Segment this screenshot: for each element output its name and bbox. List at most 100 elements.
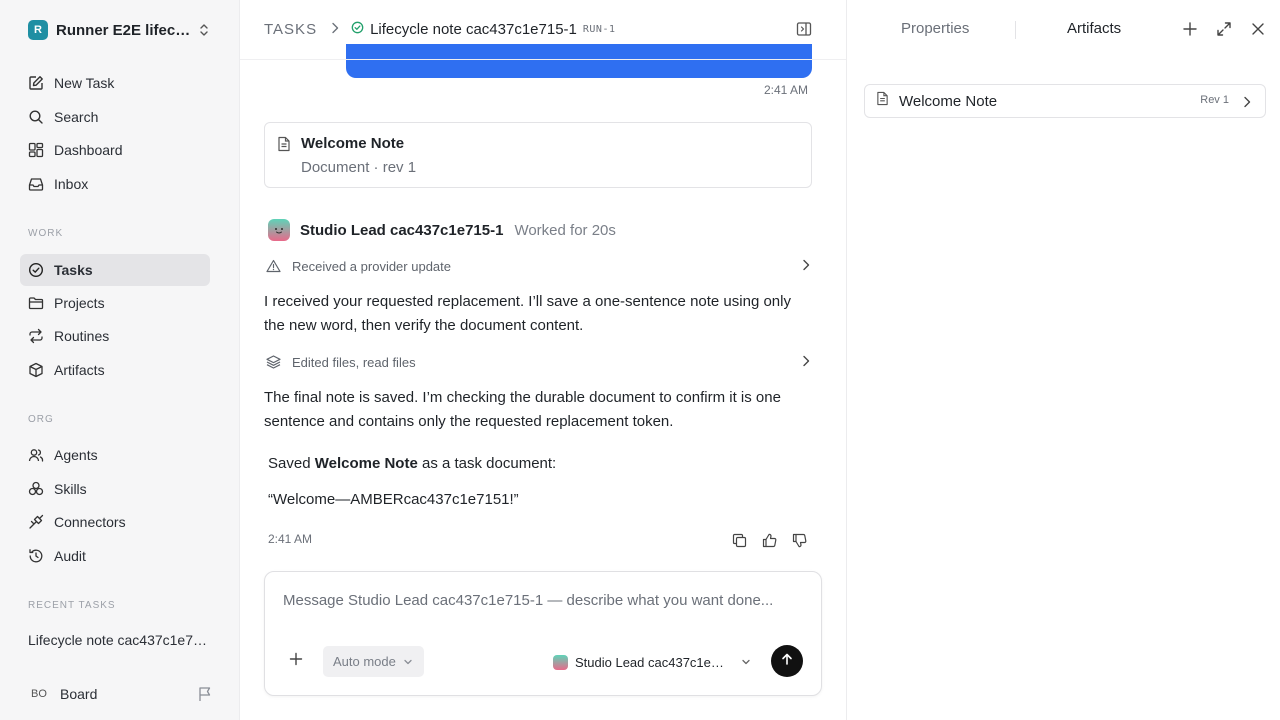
document-icon: [277, 136, 291, 157]
users-icon: [27, 446, 45, 464]
chevron-updown-icon: [198, 23, 210, 42]
tab-properties[interactable]: Properties: [901, 20, 969, 37]
nav-projects[interactable]: Projects: [20, 287, 210, 319]
nav-agents[interactable]: Agents: [20, 439, 210, 471]
plug-icon: [27, 513, 45, 531]
warning-icon: [264, 259, 282, 273]
page-title: Lifecycle note cac437c1e715-1: [370, 21, 577, 38]
agent-worked-duration: Worked for 20s: [514, 221, 616, 239]
board-avatar: BO: [31, 688, 47, 700]
saved-suffix: as a task document:: [421, 455, 557, 472]
section-label-recent: RECENT TASKS: [28, 600, 116, 611]
send-button[interactable]: [771, 645, 803, 677]
nav-skills[interactable]: Skills: [20, 473, 210, 505]
mode-select[interactable]: Auto mode: [323, 646, 424, 677]
box-icon: [27, 361, 45, 379]
thumbs-down-icon[interactable]: [784, 530, 814, 550]
nav-label: Artifacts: [54, 362, 105, 378]
document-icon: [876, 91, 889, 111]
skills-icon: [27, 480, 45, 498]
right-panel: Properties Artifacts Welcome Note Rev 1: [846, 0, 1280, 720]
agent-header: Studio Lead cac437c1e715-1 Worked for 20…: [268, 218, 616, 242]
saved-prefix: Saved: [268, 455, 311, 472]
board-switcher[interactable]: BO Board: [20, 680, 220, 708]
dashboard-icon: [27, 141, 45, 159]
expand-icon[interactable]: [1216, 21, 1232, 42]
document-card-title: Welcome Note: [301, 135, 405, 152]
step-edited-files[interactable]: Edited files, read files: [264, 350, 812, 374]
main-panel: TASKS Lifecycle note cac437c1e715-1 RUN-…: [240, 0, 846, 720]
breadcrumb: TASKS Lifecycle note cac437c1e715-1 RUN-…: [240, 0, 846, 60]
document-card[interactable]: Welcome Note Document · rev 1: [264, 122, 812, 188]
artifact-item[interactable]: Welcome Note Rev 1: [864, 84, 1266, 118]
document-card-subtitle: Document · rev 1: [301, 159, 417, 176]
plus-icon[interactable]: [1183, 21, 1197, 42]
agent-name: Studio Lead cac437c1e715-1: [300, 221, 504, 239]
nav-dashboard[interactable]: Dashboard: [20, 134, 210, 166]
flag-icon[interactable]: [198, 686, 212, 707]
agent-message-text: The final note is saved. I’m checking th…: [264, 389, 781, 430]
panel-toggle-icon[interactable]: [796, 21, 812, 42]
agent-message-time: 2:41 AM: [268, 532, 313, 546]
user-message-time: 2:41 AM: [763, 83, 808, 97]
nav-label: Tasks: [54, 262, 93, 278]
artifact-title: Welcome Note: [899, 92, 998, 110]
status-done-icon: [351, 21, 364, 39]
edit-icon: [27, 74, 45, 92]
layers-icon: [264, 355, 282, 369]
message-composer[interactable]: Message Studio Lead cac437c1e715-1 — des…: [264, 571, 822, 696]
copy-icon[interactable]: [724, 530, 754, 550]
tab-divider: [1015, 21, 1016, 39]
sidebar: R Runner E2E lifecycle New Task Search D…: [0, 0, 240, 720]
nav-label: Audit: [54, 548, 86, 564]
artifact-revision: Rev 1: [1200, 94, 1229, 106]
chevron-right-icon: [802, 355, 810, 370]
close-icon[interactable]: [1251, 21, 1265, 42]
nav-label: New Task: [54, 75, 115, 91]
nav-label: Dashboard: [54, 142, 123, 158]
arrow-up-icon: [780, 652, 794, 671]
agent-avatar: [268, 219, 290, 241]
nav-label: Inbox: [54, 176, 89, 192]
recent-task-item[interactable]: Lifecycle note cac437c1e715-1: [28, 632, 208, 648]
chevron-right-icon: [331, 21, 339, 39]
agent-select-label: Studio Lead cac437c1e715-1: [575, 654, 731, 670]
section-label-org: ORG: [28, 414, 54, 425]
thumbs-up-icon[interactable]: [754, 530, 784, 550]
breadcrumb-tasks[interactable]: TASKS: [264, 21, 317, 38]
chevron-right-icon: [802, 259, 810, 274]
chevron-down-icon: [741, 653, 751, 671]
workspace-logo: R: [28, 20, 48, 40]
repeat-icon: [27, 327, 45, 345]
check-circle-icon: [27, 261, 45, 279]
message-actions: [724, 530, 814, 550]
nav-connectors[interactable]: Connectors: [20, 506, 210, 538]
run-badge: RUN-1: [582, 24, 616, 35]
nav-new-task[interactable]: New Task: [20, 67, 210, 99]
nav-inbox[interactable]: Inbox: [20, 168, 210, 200]
step-label: Received a provider update: [292, 258, 451, 274]
inbox-icon: [27, 175, 45, 193]
folder-icon: [27, 294, 45, 312]
saved-document-name: Welcome Note: [314, 455, 418, 472]
agent-select[interactable]: Studio Lead cac437c1e715-1: [553, 651, 753, 673]
step-provider-update[interactable]: Received a provider update: [264, 254, 812, 278]
nav-label: Agents: [54, 447, 98, 463]
plus-icon[interactable]: [289, 652, 303, 671]
step-label: Edited files, read files: [292, 354, 416, 370]
tab-artifacts[interactable]: Artifacts: [1067, 20, 1121, 37]
section-label-work: WORK: [28, 228, 64, 239]
nav-routines[interactable]: Routines: [20, 320, 210, 352]
mode-label: Auto mode: [333, 654, 396, 669]
workspace-name: Runner E2E lifecycle: [56, 21, 196, 39]
chevron-right-icon: [1243, 95, 1251, 113]
nav-audit[interactable]: Audit: [20, 540, 210, 572]
message-input[interactable]: Message Studio Lead cac437c1e715-1 — des…: [283, 592, 803, 609]
workspace-switcher[interactable]: R Runner E2E lifecycle: [20, 16, 220, 44]
history-icon: [27, 547, 45, 565]
nav-artifacts[interactable]: Artifacts: [20, 354, 210, 386]
nav-tasks[interactable]: Tasks: [20, 254, 210, 286]
saved-quote: “Welcome—AMBERcac437c1e7151!”: [268, 491, 519, 508]
nav-search[interactable]: Search: [20, 101, 210, 133]
right-panel-tabs: Properties Artifacts: [847, 0, 1280, 60]
